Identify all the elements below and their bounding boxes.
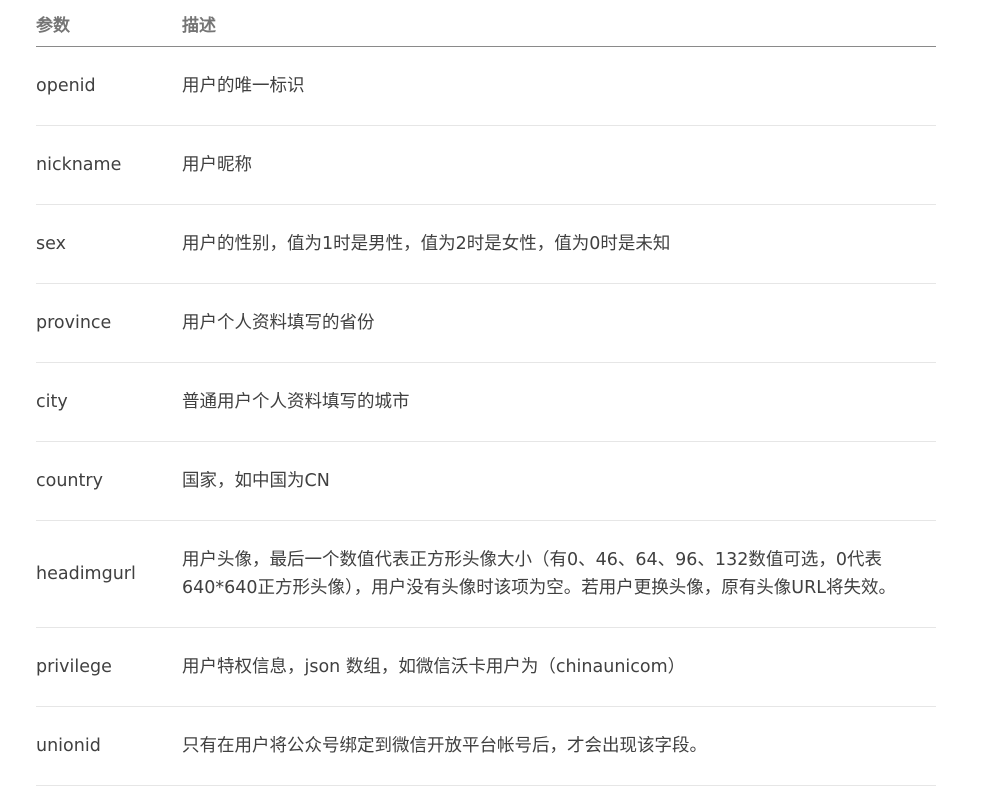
param-name: sex bbox=[36, 204, 182, 284]
param-name: openid bbox=[36, 46, 182, 126]
table-row: province 用户个人资料填写的省份 bbox=[36, 283, 936, 363]
param-description: 用户的性别，值为1时是男性，值为2时是女性，值为0时是未知 bbox=[182, 204, 936, 284]
param-description: 普通用户个人资料填写的城市 bbox=[182, 362, 936, 442]
param-description: 国家，如中国为CN bbox=[182, 441, 936, 521]
param-name: unionid bbox=[36, 706, 182, 786]
table-row: nickname 用户昵称 bbox=[36, 125, 936, 205]
param-description: 只有在用户将公众号绑定到微信开放平台帐号后，才会出现该字段。 bbox=[182, 706, 936, 786]
param-name: province bbox=[36, 283, 182, 363]
param-description: 用户的唯一标识 bbox=[182, 46, 936, 126]
table-row: country 国家，如中国为CN bbox=[36, 441, 936, 521]
table-row: unionid 只有在用户将公众号绑定到微信开放平台帐号后，才会出现该字段。 bbox=[36, 706, 936, 786]
param-description: 用户特权信息，json 数组，如微信沃卡用户为（chinaunicom） bbox=[182, 627, 936, 707]
parameter-table: 参数 描述 openid 用户的唯一标识 nickname 用户昵称 sex 用… bbox=[36, 0, 936, 786]
table-header-row: 参数 描述 bbox=[36, 0, 936, 47]
table-row: openid 用户的唯一标识 bbox=[36, 46, 936, 126]
table-row: city 普通用户个人资料填写的城市 bbox=[36, 362, 936, 442]
header-param: 参数 bbox=[36, 0, 182, 47]
param-name: country bbox=[36, 441, 182, 521]
table-row: privilege 用户特权信息，json 数组，如微信沃卡用户为（chinau… bbox=[36, 627, 936, 707]
param-description: 用户头像，最后一个数值代表正方形头像大小（有0、46、64、96、132数值可选… bbox=[182, 520, 936, 628]
param-name: privilege bbox=[36, 627, 182, 707]
table-row: headimgurl 用户头像，最后一个数值代表正方形头像大小（有0、46、64… bbox=[36, 520, 936, 628]
param-description: 用户昵称 bbox=[182, 125, 936, 205]
param-name: headimgurl bbox=[36, 520, 182, 628]
param-name: nickname bbox=[36, 125, 182, 205]
param-description: 用户个人资料填写的省份 bbox=[182, 283, 936, 363]
header-description: 描述 bbox=[182, 0, 936, 47]
table-row: sex 用户的性别，值为1时是男性，值为2时是女性，值为0时是未知 bbox=[36, 204, 936, 284]
param-name: city bbox=[36, 362, 182, 442]
